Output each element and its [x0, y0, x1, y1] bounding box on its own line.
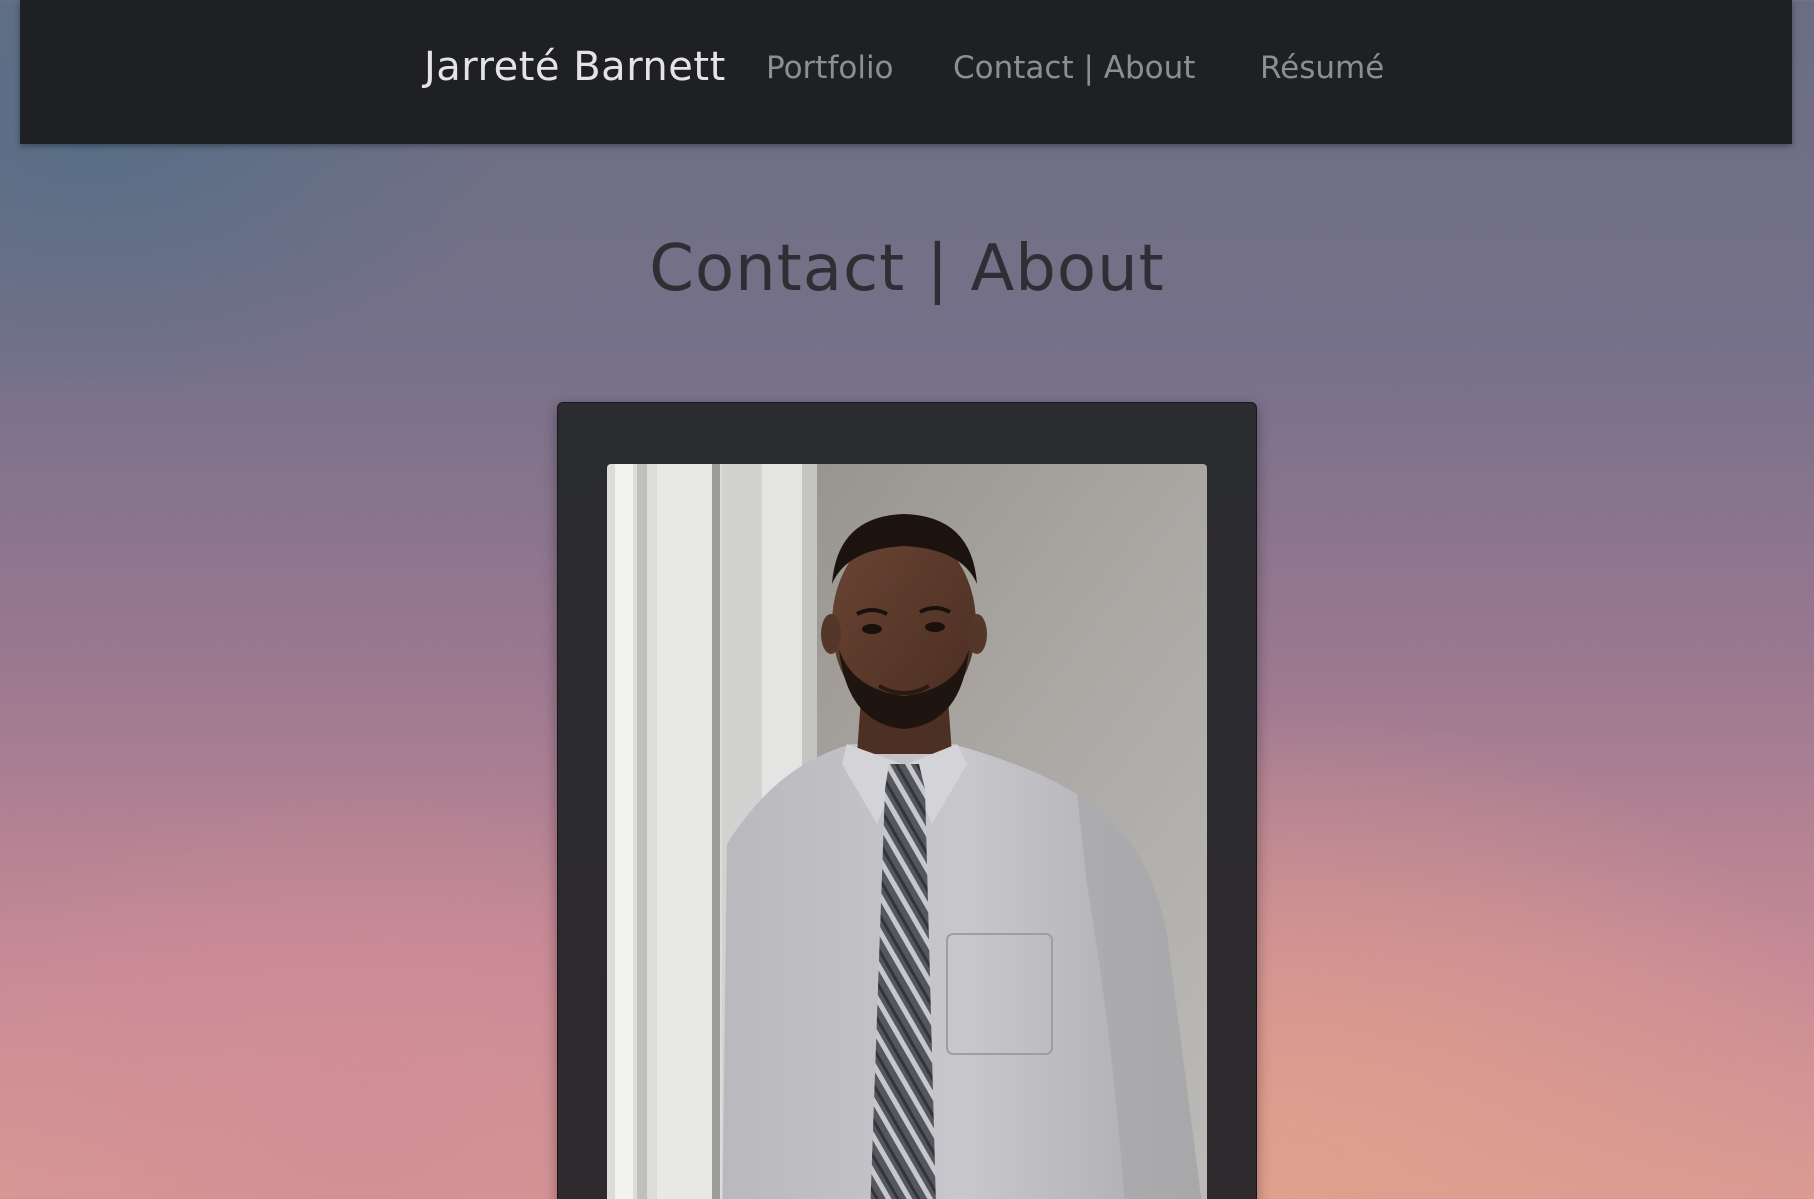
portrait-photo-icon [607, 464, 1207, 1199]
page-title: Contact | About [649, 232, 1165, 306]
nav-link-portfolio[interactable]: Portfolio [766, 50, 894, 86]
profile-photo-card [557, 402, 1257, 1199]
navbar: Jarreté Barnett Portfolio Contact | Abou… [20, 0, 1792, 144]
profile-photo [607, 464, 1207, 1199]
nav-link-resume[interactable]: Résumé [1260, 50, 1384, 86]
nav-link-contact-about[interactable]: Contact | About [953, 50, 1195, 86]
brand-link[interactable]: Jarreté Barnett [424, 44, 726, 90]
